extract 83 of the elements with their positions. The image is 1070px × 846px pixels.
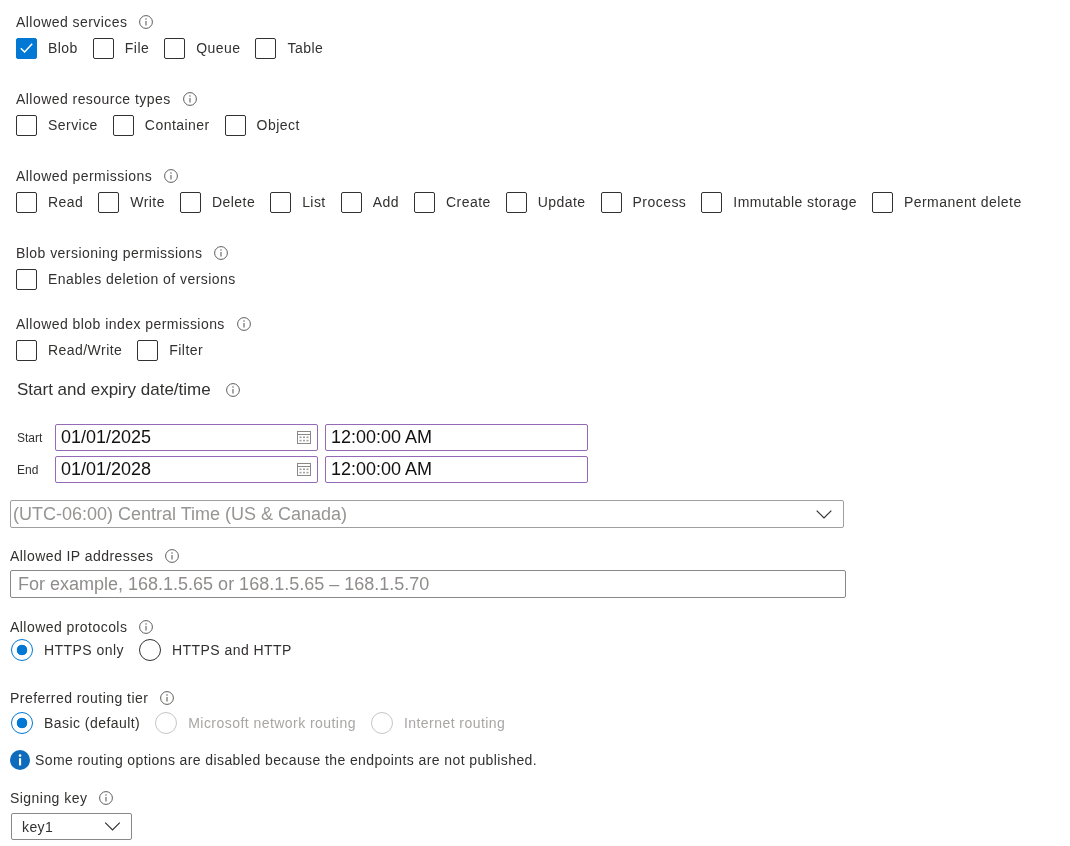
- field-label: Preferred routing tier: [10, 690, 149, 706]
- field-label: Allowed services: [16, 14, 128, 30]
- radio-label: HTTPS only: [44, 642, 124, 658]
- checkbox-label: Write: [130, 194, 165, 210]
- checkmark-icon: [20, 43, 33, 53]
- radio-button[interactable]: [138, 639, 161, 661]
- date-field[interactable]: 01/01/2025: [55, 424, 318, 451]
- checkbox[interactable]: [164, 37, 186, 59]
- chevron-down-icon: [816, 509, 832, 519]
- checkbox-label: Delete: [211, 194, 256, 210]
- checkbox-label: Create: [446, 194, 491, 210]
- calendar-icon[interactable]: [297, 431, 311, 444]
- info-icon[interactable]: [164, 169, 179, 183]
- radio-label: HTTPS and HTTP: [171, 642, 292, 658]
- checkbox[interactable]: [92, 37, 114, 59]
- signing-key-dropdown[interactable]: key1: [11, 813, 132, 840]
- field-label: Signing key: [10, 790, 88, 806]
- field-label: Allowed resource types: [16, 91, 171, 107]
- info-message: Some routing options are disabled because the endpoints are not published.: [35, 752, 538, 768]
- row-label: Start: [17, 430, 44, 445]
- calendar-icon[interactable]: [297, 463, 311, 476]
- time-field[interactable]: 12:00:00 AM: [325, 456, 588, 483]
- checkbox-label: Object: [256, 117, 300, 133]
- checkbox-label: Table: [287, 40, 324, 56]
- info-icon[interactable]: [225, 383, 240, 397]
- checkbox[interactable]: [224, 114, 246, 136]
- checkbox[interactable]: [505, 191, 527, 213]
- radio-label: Microsoft network routing: [188, 715, 356, 731]
- checkbox-label: Read/Write: [48, 342, 123, 358]
- radio-label: Basic (default): [44, 715, 141, 731]
- checkbox[interactable]: [414, 191, 435, 213]
- field-label: Allowed blob index permissions: [16, 316, 225, 332]
- checkbox[interactable]: [270, 191, 292, 213]
- checkbox[interactable]: [98, 191, 120, 213]
- info-icon[interactable]: [139, 620, 154, 634]
- checkbox[interactable]: [16, 268, 37, 290]
- checkbox-label: Queue: [196, 40, 241, 56]
- checkbox-label: Immutable storage: [733, 194, 857, 210]
- ip-address-field[interactable]: For example, 168.1.5.65 or 168.1.5.65 – 168.1.5.70: [10, 570, 846, 598]
- checkbox-label: List: [302, 194, 326, 210]
- field-label: Allowed IP addresses: [10, 548, 154, 564]
- checkbox-label: Read: [48, 194, 84, 210]
- checkbox[interactable]: [179, 191, 201, 213]
- row-label: End: [17, 462, 40, 477]
- field-label: Allowed protocols: [10, 619, 128, 635]
- field-label: Allowed permissions: [16, 168, 153, 184]
- checkbox[interactable]: [16, 37, 37, 59]
- info-icon[interactable]: [160, 691, 175, 705]
- checkbox[interactable]: [871, 191, 893, 213]
- checkbox-label: Permanent delete: [903, 194, 1022, 210]
- checkbox-label: Container: [144, 117, 210, 133]
- checkbox[interactable]: [600, 191, 622, 213]
- info-icon: [10, 750, 30, 770]
- info-icon[interactable]: [165, 549, 180, 563]
- checkbox[interactable]: [137, 339, 159, 361]
- checkbox-label: File: [124, 40, 150, 56]
- checkbox[interactable]: [16, 191, 37, 213]
- checkbox[interactable]: [16, 114, 37, 136]
- checkbox[interactable]: [255, 37, 277, 59]
- checkbox-label: Update: [537, 194, 586, 210]
- checkbox[interactable]: [340, 191, 362, 213]
- checkbox-label: Process: [632, 194, 687, 210]
- checkbox-label: Enables deletion of versions: [48, 271, 236, 287]
- field-label: Blob versioning permissions: [16, 245, 203, 261]
- radio-button[interactable]: [11, 712, 33, 734]
- date-field[interactable]: 01/01/2028: [55, 456, 318, 483]
- radio-label: Internet routing: [403, 715, 506, 731]
- checkbox[interactable]: [16, 339, 37, 361]
- radio-button[interactable]: [11, 639, 33, 661]
- info-icon[interactable]: [182, 92, 197, 106]
- chevron-down-icon: [104, 822, 121, 831]
- checkbox-label: Service: [48, 117, 98, 133]
- info-icon[interactable]: [139, 15, 154, 29]
- section-title: Start and expiry date/time: [17, 380, 211, 400]
- checkbox[interactable]: [701, 191, 723, 213]
- checkbox-label: Filter: [169, 342, 204, 358]
- info-icon[interactable]: [236, 317, 251, 331]
- info-icon[interactable]: [214, 246, 229, 260]
- checkbox-label: Blob: [48, 40, 78, 56]
- info-icon[interactable]: [99, 791, 114, 805]
- time-field[interactable]: 12:00:00 AM: [325, 424, 588, 451]
- checkbox[interactable]: [112, 114, 134, 136]
- checkbox-label: Add: [372, 194, 399, 210]
